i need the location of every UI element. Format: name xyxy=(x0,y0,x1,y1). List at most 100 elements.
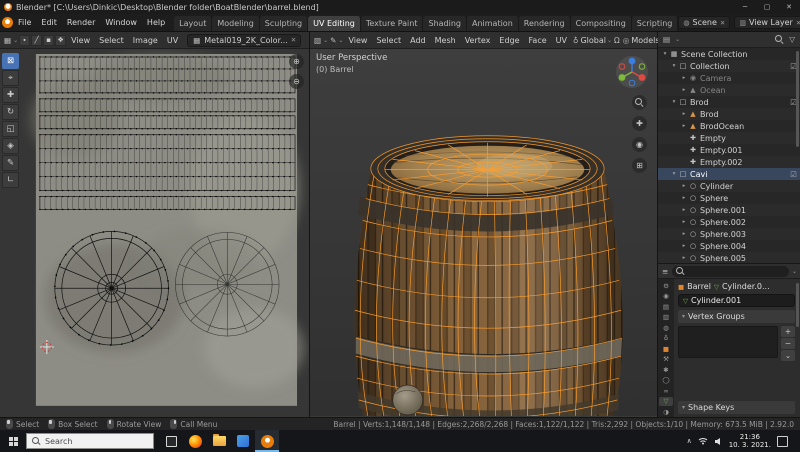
uv-menu-view[interactable]: View xyxy=(67,36,94,45)
outliner-row[interactable]: ▸ ○ Cylinder xyxy=(658,180,800,192)
uv-island-mode-button[interactable]: ❖ xyxy=(55,35,66,46)
properties-scrollbar[interactable] xyxy=(796,283,799,327)
tray-chevron-icon[interactable]: ∧ xyxy=(687,437,692,445)
outliner-scrollbar[interactable] xyxy=(796,51,799,147)
vp-menu-mesh[interactable]: Mesh xyxy=(431,36,460,45)
vp-menu-add[interactable]: Add xyxy=(406,36,430,45)
tab-rendering[interactable]: Rendering xyxy=(519,16,571,31)
measure-tool[interactable]: ∟ xyxy=(2,172,19,188)
tab-layout[interactable]: Layout xyxy=(174,16,212,31)
object-data-tab-icon[interactable]: ▽ xyxy=(659,397,673,407)
scene-selector[interactable]: ◍ Scene ✕ xyxy=(678,16,730,29)
vertex-groups-list[interactable] xyxy=(678,326,778,358)
uv-menu-select[interactable]: Select xyxy=(95,36,128,45)
visibility-checkbox[interactable]: ☑ xyxy=(790,170,797,179)
tab-modeling[interactable]: Modeling xyxy=(212,16,259,31)
properties-search-input[interactable] xyxy=(672,266,789,277)
expand-arrow[interactable]: ▸ xyxy=(680,231,688,237)
outliner-editor-type-icon[interactable]: ▤ xyxy=(662,35,671,44)
vp-menu-view[interactable]: View xyxy=(344,36,371,45)
ortho-toggle-icon[interactable]: ⊞ xyxy=(632,158,647,173)
expand-arrow[interactable]: ▸ xyxy=(680,207,688,213)
blender-menu-icon[interactable] xyxy=(2,17,13,28)
uv-menu-image[interactable]: Image xyxy=(129,36,162,45)
zoom-in-icon[interactable]: ⊕ xyxy=(289,54,304,69)
uv-face-mode-button[interactable]: ▪ xyxy=(43,35,54,46)
tool-tab-icon[interactable]: ⚙ xyxy=(659,281,673,291)
maximize-button[interactable]: ▢ xyxy=(756,0,778,14)
photos-button[interactable] xyxy=(231,430,255,452)
menu-render[interactable]: Render xyxy=(62,18,100,27)
scale-tool[interactable]: ◱ xyxy=(2,121,19,137)
viewport-canvas-region[interactable]: User Perspective (0) Barrel xyxy=(310,49,657,417)
image-unlink-icon[interactable]: ✕ xyxy=(291,36,296,44)
remove-vertex-group-button[interactable]: − xyxy=(781,338,795,349)
output-tab-icon[interactable]: ▤ xyxy=(659,302,673,312)
menu-file[interactable]: File xyxy=(13,18,36,27)
pan-icon[interactable]: ✚ xyxy=(632,116,647,131)
vp-menu-select[interactable]: Select xyxy=(372,36,405,45)
expand-arrow[interactable]: ▸ xyxy=(680,183,688,189)
view-layer-unlink-icon[interactable]: ✕ xyxy=(796,19,800,27)
expand-arrow[interactable]: ▾ xyxy=(670,63,678,69)
expand-arrow[interactable]: ▸ xyxy=(680,123,688,129)
scene-unlink-icon[interactable]: ✕ xyxy=(720,19,725,27)
uv-vertex-mode-button[interactable]: ∙ xyxy=(19,35,30,46)
viewport-editor-type-icon[interactable]: ▧ xyxy=(313,36,322,45)
tab-scripting[interactable]: Scripting xyxy=(632,16,679,31)
annotate-tool[interactable]: ✎ xyxy=(2,155,19,171)
action-center-icon[interactable] xyxy=(777,436,788,447)
edit-mode-icon[interactable]: ✎ xyxy=(329,36,337,45)
add-vertex-group-button[interactable]: + xyxy=(781,326,795,337)
outliner-search-icon[interactable] xyxy=(775,35,784,44)
particles-tab-icon[interactable]: ✱ xyxy=(659,365,673,375)
proportional-edit-icon[interactable]: ◎ xyxy=(622,36,631,45)
vp-menu-edge[interactable]: Edge xyxy=(495,36,523,45)
filter-icon[interactable]: ▽ xyxy=(788,35,796,44)
image-datablock-selector[interactable]: ▦ Metal019_2K_Color... ✕ xyxy=(187,34,301,47)
world-tab-icon[interactable]: ♁ xyxy=(659,334,673,344)
breadcrumb-object[interactable]: Barrel xyxy=(687,282,711,291)
outliner-row[interactable]: ▸ ▲ Ocean xyxy=(658,84,800,96)
tab-texture-paint[interactable]: Texture Paint xyxy=(361,16,424,31)
outliner-row[interactable]: ▸ ○ Sphere.004 xyxy=(658,240,800,252)
firefox-button[interactable] xyxy=(183,430,207,452)
tab-uv-editing[interactable]: UV Editing xyxy=(308,16,361,31)
outliner-row[interactable]: ✚ Empty.002 xyxy=(658,156,800,168)
navigation-gizmo[interactable] xyxy=(615,55,649,92)
menu-help[interactable]: Help xyxy=(142,18,170,27)
tab-compositing[interactable]: Compositing xyxy=(571,16,632,31)
outliner-row[interactable]: ▸ ○ Sphere xyxy=(658,192,800,204)
outliner-row-selected[interactable]: ▾ □ Cavi ☑ xyxy=(658,168,800,180)
outliner-row[interactable]: ▸ ○ Sphere.001 xyxy=(658,204,800,216)
vertex-group-specials-button[interactable]: ⌄ xyxy=(781,350,795,361)
tab-sculpting[interactable]: Sculpting xyxy=(260,16,308,31)
select-box-tool[interactable]: ⊠ xyxy=(2,53,19,69)
viewport-canvas[interactable] xyxy=(310,49,657,416)
camera-view-icon[interactable]: ◉ xyxy=(632,137,647,152)
expand-arrow[interactable]: ▾ xyxy=(661,51,669,57)
material-tab-icon[interactable]: ◑ xyxy=(659,407,673,417)
outliner-row[interactable]: ✚ Empty xyxy=(658,132,800,144)
uv-canvas-region[interactable]: ⊠ ⌖ ✚ ↻ ◱ ◈ ✎ ∟ ⊕ ⊖ xyxy=(0,49,309,417)
outliner-row[interactable]: ▸ ◉ Camera xyxy=(658,72,800,84)
uv-edge-mode-button[interactable]: ╱ xyxy=(31,35,42,46)
properties-editor-type-icon[interactable]: ≡ xyxy=(661,267,669,276)
transform-tool[interactable]: ◈ xyxy=(2,138,19,154)
file-explorer-button[interactable] xyxy=(207,430,231,452)
vertex-groups-panel-header[interactable]: ▾ Vertex Groups xyxy=(678,310,795,323)
outliner-row[interactable]: ▸ ○ Sphere.003 xyxy=(658,228,800,240)
rotate-tool[interactable]: ↻ xyxy=(2,104,19,120)
minimize-button[interactable]: ─ xyxy=(734,0,756,14)
zoom-out-icon[interactable]: ⊖ xyxy=(289,74,304,89)
scene-tab-icon[interactable]: ◍ xyxy=(659,323,673,333)
outliner-row[interactable]: ▸ ○ Sphere.002 xyxy=(658,216,800,228)
snap-magnet-icon[interactable]: Ω xyxy=(613,36,621,45)
physics-tab-icon[interactable]: ◯ xyxy=(659,376,673,386)
breadcrumb-data[interactable]: Cylinder.0... xyxy=(722,282,770,291)
close-button[interactable]: ✕ xyxy=(778,0,800,14)
task-view-button[interactable] xyxy=(159,430,183,452)
shape-keys-panel-header[interactable]: ▾ Shape Keys xyxy=(678,401,795,414)
menu-window[interactable]: Window xyxy=(100,18,142,27)
tab-animation[interactable]: Animation xyxy=(467,16,519,31)
